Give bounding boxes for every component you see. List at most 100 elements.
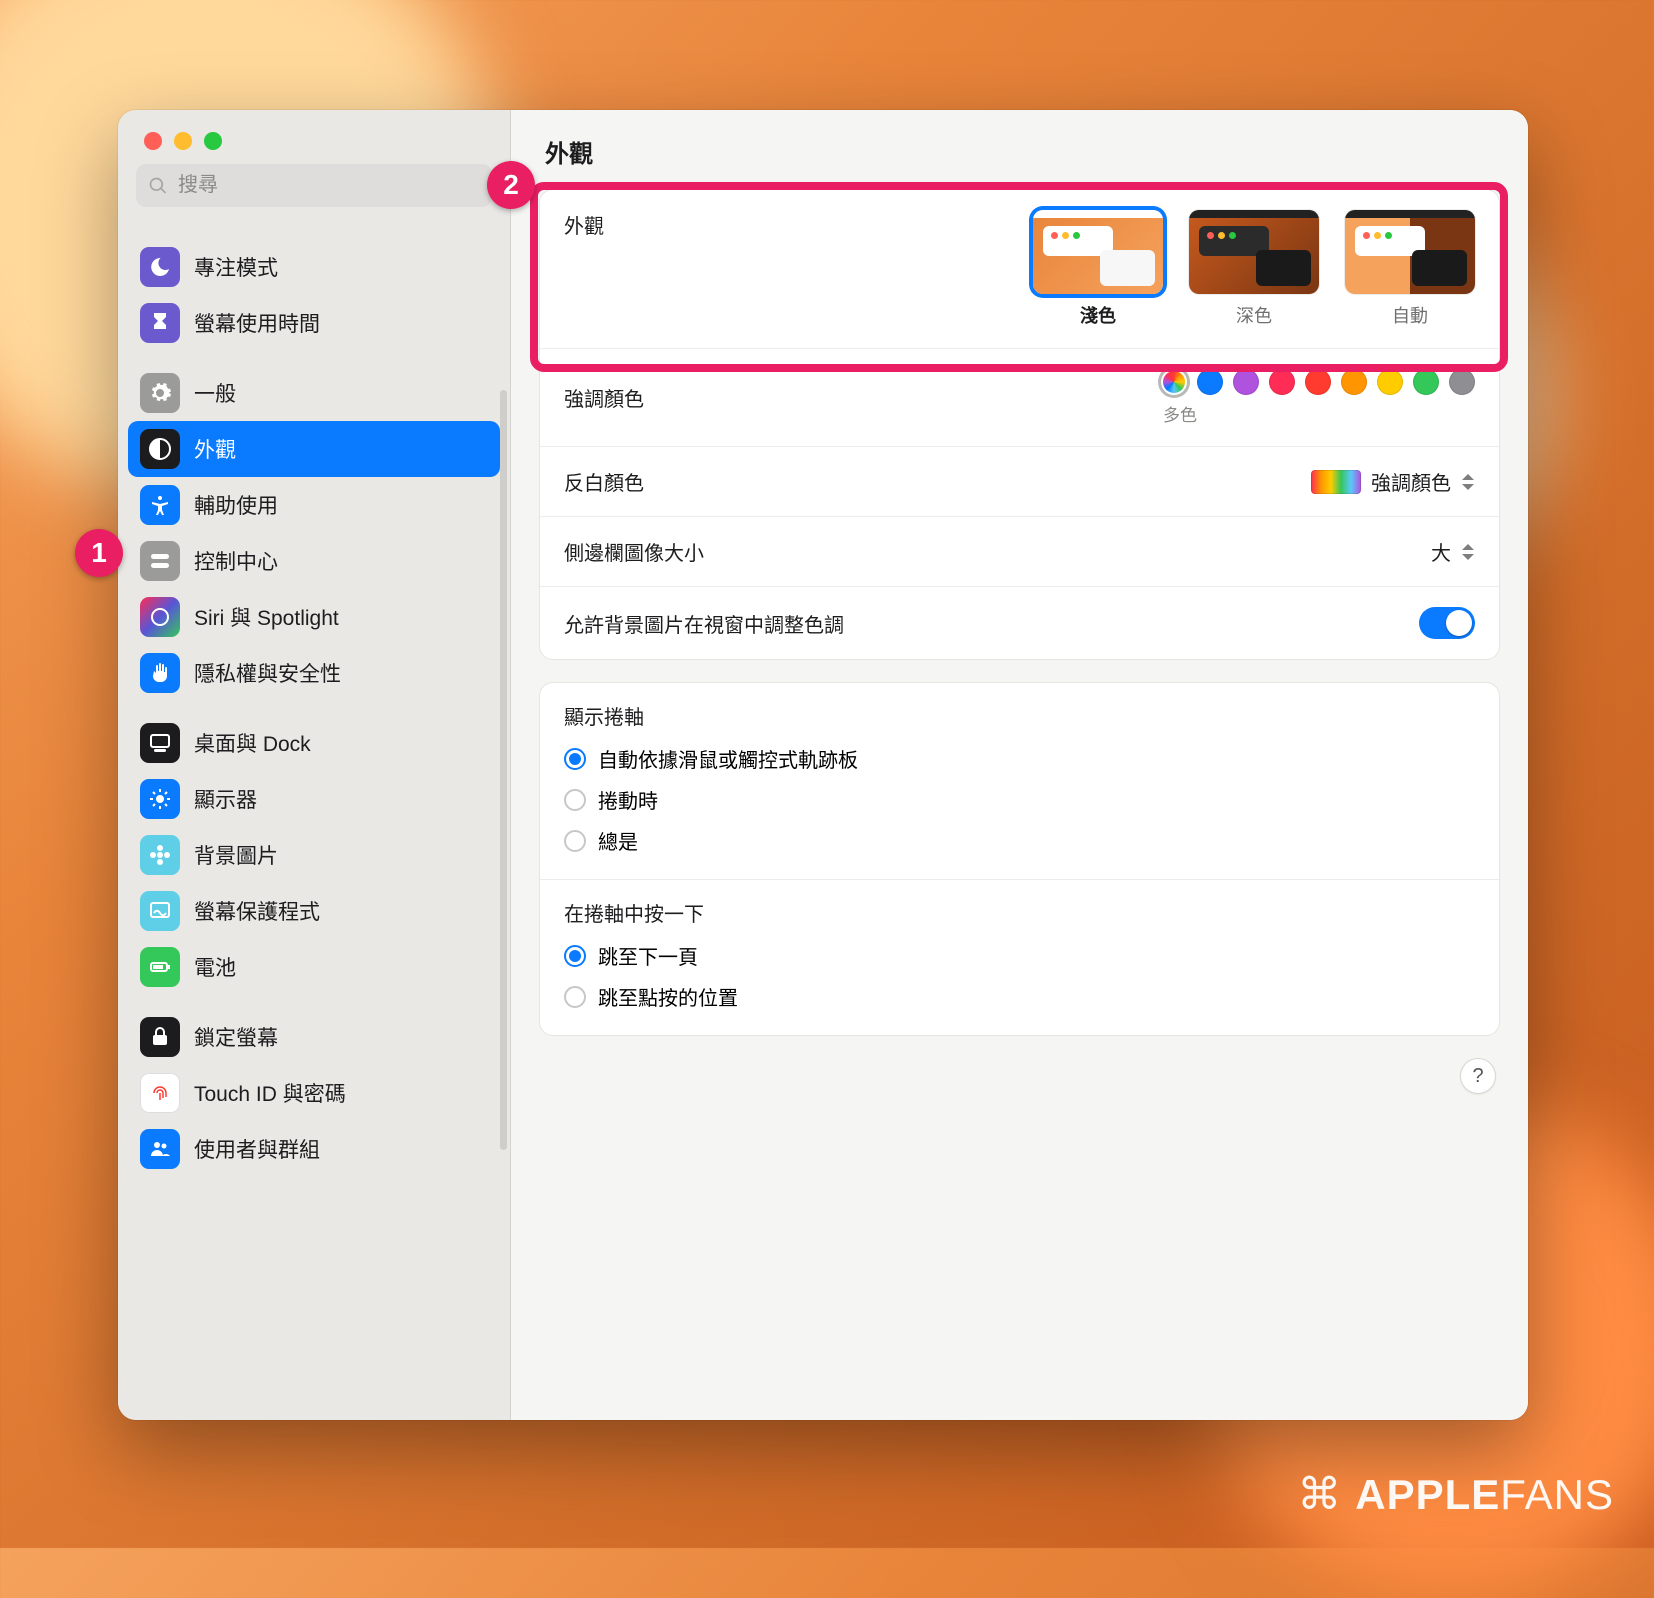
wallpaper-tint-label: 允許背景圖片在視窗中調整色調	[564, 609, 844, 638]
sidebar-item-label: 專注模式	[194, 252, 278, 282]
sidebar-item-label: 螢幕保護程式	[194, 896, 320, 926]
annotation-badge-1: 1	[75, 529, 123, 577]
sidebar-item-appearance[interactable]: 外觀	[128, 421, 500, 477]
sidebar-item-displays[interactable]: 顯示器	[128, 771, 500, 827]
highlight-color-value: 強調顏色	[1371, 467, 1451, 496]
contrast-icon	[140, 429, 180, 469]
sidebar-item-general[interactable]: 一般	[128, 365, 500, 421]
close-window-button[interactable]	[144, 132, 162, 150]
sidebar-icon-size-label: 側邊欄圖像大小	[564, 537, 704, 566]
sidebar-item-wallpaper[interactable]: 背景圖片	[128, 827, 500, 883]
appearance-option-auto[interactable]: 自動	[1345, 210, 1475, 328]
accent-color-blue[interactable]	[1197, 369, 1223, 395]
sidebar-icon-size-select[interactable]: 大	[1431, 537, 1475, 566]
appearance-options: 淺色 深色 自動	[1033, 210, 1475, 328]
sidebar-item-label: 背景圖片	[194, 840, 278, 870]
accent-color-green[interactable]	[1413, 369, 1439, 395]
hand-icon	[140, 653, 180, 693]
radio-label: 跳至下一頁	[598, 941, 698, 970]
radio-label: 自動依據滑鼠或觸控式軌跡板	[598, 744, 858, 773]
help-button[interactable]: ?	[1460, 1058, 1496, 1094]
accent-color-orange[interactable]	[1341, 369, 1367, 395]
fingerprint-icon	[140, 1073, 180, 1113]
appearance-option-label: 深色	[1236, 302, 1272, 328]
accent-color-red[interactable]	[1305, 369, 1331, 395]
sun-icon	[140, 779, 180, 819]
chevrons-icon	[1461, 474, 1475, 490]
show-scrollbars-title: 顯示捲軸	[564, 701, 644, 730]
sidebar-scrollbar[interactable]	[500, 390, 507, 1150]
sidebar-item-label: 顯示器	[194, 784, 257, 814]
radio-icon	[564, 830, 586, 852]
accent-color-graphite[interactable]	[1449, 369, 1475, 395]
scrollbar-click-option-next-page[interactable]: 跳至下一頁	[564, 935, 1475, 976]
highlight-color-select[interactable]: 強調顏色	[1311, 467, 1475, 496]
appearance-option-dark[interactable]: 深色	[1189, 210, 1319, 328]
zoom-window-button[interactable]	[204, 132, 222, 150]
screensaver-icon	[140, 891, 180, 931]
sidebar-item-label: 電池	[194, 952, 236, 982]
users-icon	[140, 1129, 180, 1169]
accessibility-icon	[140, 485, 180, 525]
sidebar: 專注模式 螢幕使用時間 一般 外觀 輔助使用	[118, 110, 511, 1420]
accent-color-picker	[1161, 369, 1475, 395]
flower-icon	[140, 835, 180, 875]
content-pane: 外觀 外觀 淺色 深色	[511, 110, 1528, 1420]
accent-color-multi[interactable]	[1161, 369, 1187, 395]
accent-color-label: 強調顏色	[564, 383, 644, 412]
accent-selected-label: 多色	[1163, 401, 1197, 426]
hourglass-icon	[140, 303, 180, 343]
battery-icon	[140, 947, 180, 987]
sidebar-item-lock-screen[interactable]: 鎖定螢幕	[128, 1009, 500, 1065]
chevrons-icon	[1461, 544, 1475, 560]
sidebar-item-label: 使用者與群組	[194, 1134, 320, 1164]
sidebar-item-label: Siri 與 Spotlight	[194, 602, 339, 632]
sidebar-item-screensaver[interactable]: 螢幕保護程式	[128, 883, 500, 939]
page-title: 外觀	[511, 110, 1528, 189]
watermark: ⌘ APPLEFANS	[1297, 1469, 1614, 1520]
sidebar-item-accessibility[interactable]: 輔助使用	[128, 477, 500, 533]
sidebar-item-label: 外觀	[194, 434, 236, 464]
sidebar-item-label: 螢幕使用時間	[194, 308, 320, 338]
sidebar-icon-size-value: 大	[1431, 537, 1451, 566]
appearance-option-label: 淺色	[1080, 302, 1116, 328]
sidebar-item-label: Touch ID 與密碼	[194, 1078, 346, 1108]
scrollbar-click-option-jump-to-spot[interactable]: 跳至點按的位置	[564, 976, 1475, 1017]
accent-color-purple[interactable]	[1233, 369, 1259, 395]
search-input[interactable]	[178, 174, 480, 197]
watermark-bold: APPLE	[1355, 1471, 1500, 1518]
scrollbar-option-always[interactable]: 總是	[564, 820, 1475, 861]
accent-color-yellow[interactable]	[1377, 369, 1403, 395]
minimize-window-button[interactable]	[174, 132, 192, 150]
sidebar-list[interactable]: 專注模式 螢幕使用時間 一般 外觀 輔助使用	[118, 221, 510, 1420]
radio-label: 捲動時	[598, 785, 658, 814]
radio-label: 總是	[598, 826, 638, 855]
radio-icon	[564, 789, 586, 811]
sidebar-item-control-center[interactable]: 控制中心	[128, 533, 500, 589]
radio-icon	[564, 986, 586, 1008]
scrollbar-option-when-scrolling[interactable]: 捲動時	[564, 779, 1475, 820]
sidebar-item-desktop-dock[interactable]: 桌面與 Dock	[128, 715, 500, 771]
wallpaper-tint-toggle[interactable]	[1419, 607, 1475, 639]
sidebar-item-focus[interactable]: 專注模式	[128, 239, 500, 295]
sidebar-item-screen-time[interactable]: 螢幕使用時間	[128, 295, 500, 351]
sidebar-item-battery[interactable]: 電池	[128, 939, 500, 995]
annotation-badge-2: 2	[487, 161, 535, 209]
window-controls	[118, 110, 510, 164]
sidebar-item-privacy[interactable]: 隱私權與安全性	[128, 645, 500, 701]
radio-icon	[564, 945, 586, 967]
sidebar-item-touchid[interactable]: Touch ID 與密碼	[128, 1065, 500, 1121]
accent-color-pink[interactable]	[1269, 369, 1295, 395]
search-field[interactable]	[136, 164, 492, 207]
highlight-swatch-icon	[1311, 470, 1361, 494]
moon-icon	[140, 247, 180, 287]
scrollbar-option-auto[interactable]: 自動依據滑鼠或觸控式軌跡板	[564, 738, 1475, 779]
click-scrollbar-title: 在捲軸中按一下	[564, 898, 704, 927]
sidebar-item-users[interactable]: 使用者與群組	[128, 1121, 500, 1177]
appearance-option-light[interactable]: 淺色	[1033, 210, 1163, 328]
watermark-light: FANS	[1500, 1471, 1614, 1518]
sidebar-item-label: 桌面與 Dock	[194, 728, 311, 758]
sidebar-item-siri-spotlight[interactable]: Siri 與 Spotlight	[128, 589, 500, 645]
appearance-option-label: 自動	[1392, 302, 1428, 328]
sidebar-item-label: 輔助使用	[194, 490, 278, 520]
